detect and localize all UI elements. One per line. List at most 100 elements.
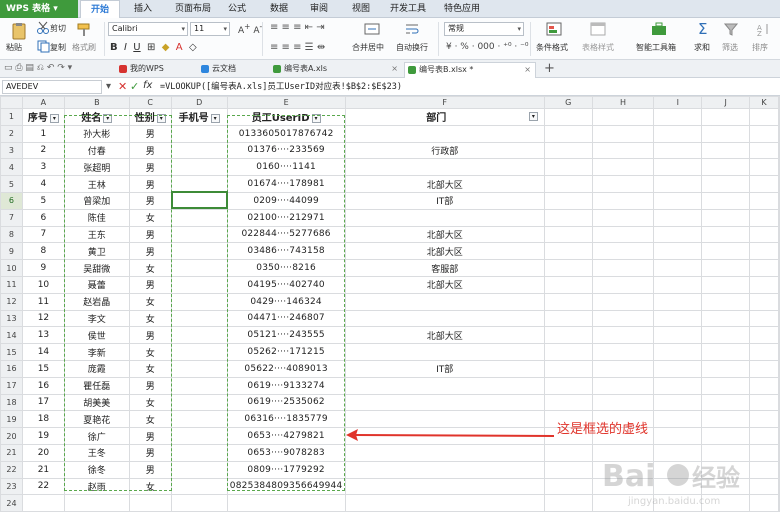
cell[interactable] <box>778 393 780 412</box>
cell[interactable] <box>653 410 703 429</box>
row-header[interactable]: 20 <box>0 427 23 445</box>
cell[interactable] <box>701 326 751 345</box>
cell[interactable]: 付春 <box>63 141 130 160</box>
tab-insert[interactable]: 插入 <box>126 0 160 18</box>
cell[interactable] <box>778 359 780 378</box>
sort-icon[interactable]: AZ <box>756 22 770 36</box>
cell[interactable]: 王东 <box>63 225 130 244</box>
userid-cell[interactable]: 0133605017876742 <box>226 124 346 143</box>
cell[interactable] <box>778 158 780 177</box>
cell[interactable]: 15 <box>21 359 65 378</box>
cell[interactable] <box>344 393 545 412</box>
cell[interactable] <box>543 275 593 294</box>
filter-dropdown-icon[interactable]: ▾ <box>156 113 166 123</box>
userid-cell[interactable]: 05262····171215 <box>226 343 346 361</box>
cell[interactable] <box>749 108 779 126</box>
underline-icon[interactable]: U <box>133 42 140 53</box>
cell[interactable] <box>653 208 703 227</box>
row-header[interactable]: 16 <box>0 359 23 378</box>
cell[interactable] <box>749 141 779 160</box>
paste-icon[interactable] <box>10 22 28 40</box>
cell[interactable]: 吴甜微 <box>63 259 130 277</box>
header-cell[interactable]: 员工UserID ▾ <box>226 108 346 126</box>
cell[interactable] <box>653 376 703 395</box>
cell[interactable] <box>701 309 751 328</box>
cell[interactable] <box>170 309 228 328</box>
cut-button[interactable]: 剪切 <box>50 23 66 34</box>
cell[interactable] <box>653 225 703 244</box>
cell[interactable] <box>778 175 780 193</box>
row-header[interactable]: 3 <box>0 141 23 160</box>
cell[interactable] <box>170 158 228 177</box>
cell[interactable] <box>591 309 655 328</box>
cell[interactable] <box>170 275 228 294</box>
cell[interactable] <box>749 326 779 345</box>
cell[interactable]: 女 <box>128 309 172 328</box>
userid-cell[interactable]: 0429····146324 <box>226 292 346 311</box>
userid-cell[interactable]: 0619····2535062 <box>226 393 346 412</box>
cell[interactable] <box>701 175 751 193</box>
conditional-format-icon[interactable] <box>546 21 562 37</box>
row-header[interactable]: 22 <box>0 460 23 479</box>
cell[interactable] <box>591 292 655 311</box>
cell[interactable]: 6 <box>21 208 65 227</box>
table-style-button[interactable]: 表格样式 <box>582 42 614 53</box>
app-menu-button[interactable]: WPS 表格 ▾ <box>0 0 78 18</box>
cell[interactable]: 20 <box>21 443 65 462</box>
cell[interactable]: 王冬 <box>63 443 130 462</box>
filter-dropdown-icon[interactable]: ▾ <box>49 113 59 123</box>
cell[interactable] <box>170 427 228 445</box>
cell[interactable]: 18 <box>21 410 65 429</box>
cell[interactable] <box>701 225 751 244</box>
cell[interactable] <box>778 191 780 210</box>
cell[interactable] <box>749 376 779 395</box>
font-size-grow-icon[interactable]: A+ A- <box>238 22 262 36</box>
cell[interactable] <box>749 292 779 311</box>
cell[interactable] <box>591 343 655 361</box>
cell[interactable]: 北部大区 <box>344 225 545 244</box>
chevron-down-icon[interactable]: ▾ <box>106 81 111 92</box>
new-tab-icon[interactable]: + <box>544 61 555 76</box>
cell[interactable] <box>170 494 228 513</box>
cell[interactable] <box>701 208 751 227</box>
copy-button[interactable]: 复制 <box>50 42 66 53</box>
cell[interactable] <box>778 242 780 261</box>
cell[interactable] <box>701 359 751 378</box>
sum-button[interactable]: 求和 <box>694 42 710 53</box>
cell[interactable]: 孙大彬 <box>63 124 130 143</box>
cell[interactable]: 16 <box>21 376 65 395</box>
formula-input[interactable]: =VLOOKUP([编号表A.xls]员工UserID对应表!$B$2:$E$2… <box>160 80 778 94</box>
cell[interactable] <box>543 175 593 193</box>
tab-review[interactable]: 审阅 <box>304 0 334 18</box>
cell[interactable]: 4 <box>21 175 65 193</box>
cell[interactable]: 男 <box>128 191 172 210</box>
row-header[interactable]: 12 <box>0 292 23 311</box>
cell[interactable] <box>653 359 703 378</box>
row-header[interactable]: 5 <box>0 175 23 193</box>
font-color-icon[interactable]: A <box>176 42 183 53</box>
cell[interactable]: 夏艳花 <box>63 410 130 429</box>
sum-icon[interactable]: Σ <box>698 20 707 38</box>
cell[interactable] <box>591 359 655 378</box>
cell[interactable] <box>653 343 703 361</box>
cell[interactable]: 2 <box>21 141 65 160</box>
cell[interactable]: 男 <box>128 141 172 160</box>
cell[interactable] <box>543 494 593 513</box>
cell[interactable] <box>170 175 228 193</box>
cell[interactable] <box>653 292 703 311</box>
userid-cell[interactable]: 0653····9078283 <box>226 443 346 462</box>
cell[interactable] <box>591 191 655 210</box>
cell[interactable] <box>749 343 779 361</box>
cell[interactable] <box>591 259 655 277</box>
cell[interactable] <box>653 427 703 445</box>
bold-icon[interactable]: B <box>110 42 118 53</box>
cell[interactable] <box>344 124 545 143</box>
row-header[interactable]: 11 <box>0 275 23 294</box>
cell[interactable] <box>344 208 545 227</box>
cell[interactable] <box>749 225 779 244</box>
cell[interactable] <box>749 410 779 429</box>
quick-access-toolbar[interactable]: ▭ ⎙ ▤ ⎌ ↶ ↷ ▾ <box>4 63 72 73</box>
cell[interactable]: 瞿任磊 <box>63 376 130 395</box>
cell[interactable] <box>344 494 545 513</box>
cell[interactable]: 侯世 <box>63 326 130 345</box>
